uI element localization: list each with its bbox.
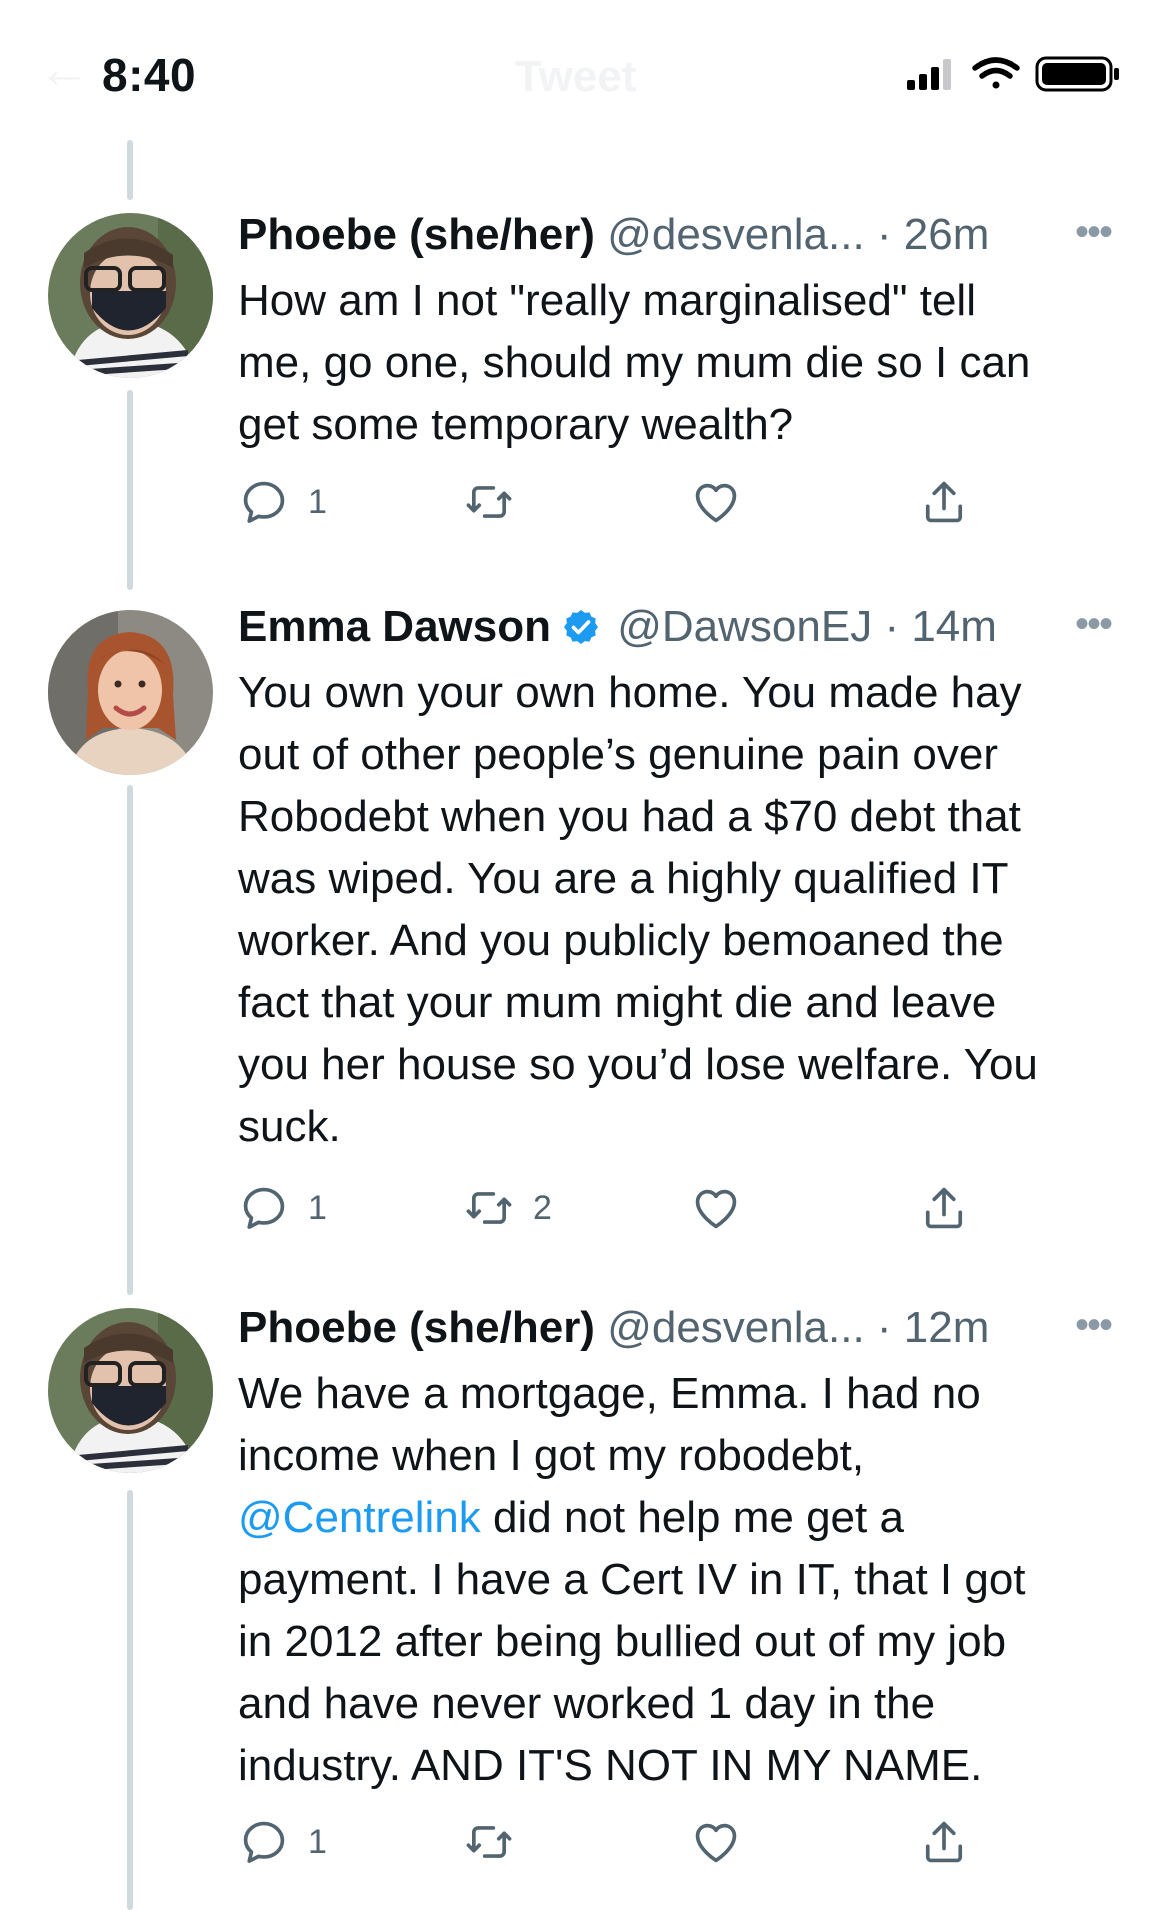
tweet-header: Phoebe (she/her) @desvenla... · 26m xyxy=(238,209,989,261)
avatar-masked-glasses-icon xyxy=(48,213,213,378)
heart-icon xyxy=(695,483,737,523)
mention-link[interactable]: @Centrelink xyxy=(238,1493,481,1542)
heart-icon xyxy=(695,1189,737,1229)
share-icon xyxy=(925,481,963,523)
retweet-icon xyxy=(466,1192,512,1224)
reply-count: 1 xyxy=(308,1188,327,1227)
thread-line xyxy=(127,390,133,590)
tweet-header: Phoebe (she/her) @desvenla... · 12m xyxy=(238,1302,989,1354)
like-button[interactable] xyxy=(690,1178,742,1238)
timestamp[interactable]: 14m xyxy=(911,602,997,651)
wifi-icon xyxy=(972,57,1020,89)
more-options-icon[interactable]: ••• xyxy=(1075,598,1113,650)
timestamp[interactable]: 12m xyxy=(904,1303,990,1352)
tweet-text: We have a mortgage, Emma. I had no incom… xyxy=(238,1363,1128,1797)
retweet-icon xyxy=(466,1826,512,1858)
display-name[interactable]: Phoebe (she/her) xyxy=(238,210,595,259)
more-options-icon[interactable]: ••• xyxy=(1075,206,1113,258)
tweet-actions: 1 xyxy=(238,1812,998,1872)
thread-line xyxy=(127,1490,133,1910)
reply-icon xyxy=(243,1821,285,1863)
separator-dot: · xyxy=(884,602,900,651)
thread-line xyxy=(127,785,133,1295)
avatar[interactable] xyxy=(48,213,213,378)
reply-button[interactable]: 1 xyxy=(238,472,327,532)
back-arrow-icon[interactable]: ← xyxy=(38,40,90,100)
status-bar: ← Tweet 8:40 xyxy=(0,0,1170,150)
share-button[interactable] xyxy=(918,1178,970,1238)
header-title-faded: Tweet xyxy=(515,52,637,101)
retweet-icon xyxy=(466,486,512,518)
share-button[interactable] xyxy=(918,1812,970,1872)
user-handle[interactable]: @DawsonEJ xyxy=(617,602,872,651)
user-handle[interactable]: @desvenla... xyxy=(607,1303,864,1352)
reply-icon xyxy=(243,481,285,523)
reply-icon xyxy=(243,1187,285,1229)
reply-button[interactable]: 1 xyxy=(238,1812,327,1872)
display-name[interactable]: Phoebe (she/her) xyxy=(238,1303,595,1352)
battery-icon xyxy=(1035,56,1119,92)
retweet-count: 2 xyxy=(533,1188,552,1227)
share-icon xyxy=(925,1187,963,1229)
share-icon xyxy=(925,1821,963,1863)
tweet-actions: 1 2 xyxy=(238,1178,998,1238)
share-button[interactable] xyxy=(918,472,970,532)
tweet-actions: 1 xyxy=(238,472,998,532)
tweet-text: You own your own home. You made hay out … xyxy=(238,668,1038,1151)
reply-button[interactable]: 1 xyxy=(238,1178,327,1238)
avatar[interactable] xyxy=(48,1308,213,1473)
retweet-button[interactable] xyxy=(463,472,533,532)
avatar[interactable] xyxy=(48,610,213,775)
signal-icon xyxy=(907,59,951,90)
reply-count: 1 xyxy=(308,1822,327,1861)
avatar-masked-glasses-icon xyxy=(48,1308,213,1473)
status-time: 8:40 xyxy=(102,49,197,101)
more-options-icon[interactable]: ••• xyxy=(1075,1299,1113,1351)
status-icons xyxy=(907,56,1119,92)
separator-dot: · xyxy=(876,210,892,259)
display-name[interactable]: Emma Dawson xyxy=(238,602,551,651)
user-handle[interactable]: @desvenla... xyxy=(607,210,864,259)
thread-line xyxy=(127,140,133,200)
retweet-button[interactable]: 2 xyxy=(463,1178,552,1238)
like-button[interactable] xyxy=(690,472,742,532)
like-button[interactable] xyxy=(690,1812,742,1872)
tweet-text: How am I not "really marginalised" tell … xyxy=(238,276,1031,449)
reply-count: 1 xyxy=(308,482,327,521)
timestamp[interactable]: 26m xyxy=(904,210,990,259)
retweet-button[interactable] xyxy=(463,1812,533,1872)
heart-icon xyxy=(695,1823,737,1863)
verified-badge-icon xyxy=(563,610,598,644)
avatar-smiling-woman-icon xyxy=(48,610,213,775)
tweet-header: Emma Dawson @DawsonEJ · 14m xyxy=(238,601,997,653)
tweet-text-part: We have a mortgage, Emma. I had no incom… xyxy=(238,1369,981,1480)
separator-dot: · xyxy=(876,1303,892,1352)
